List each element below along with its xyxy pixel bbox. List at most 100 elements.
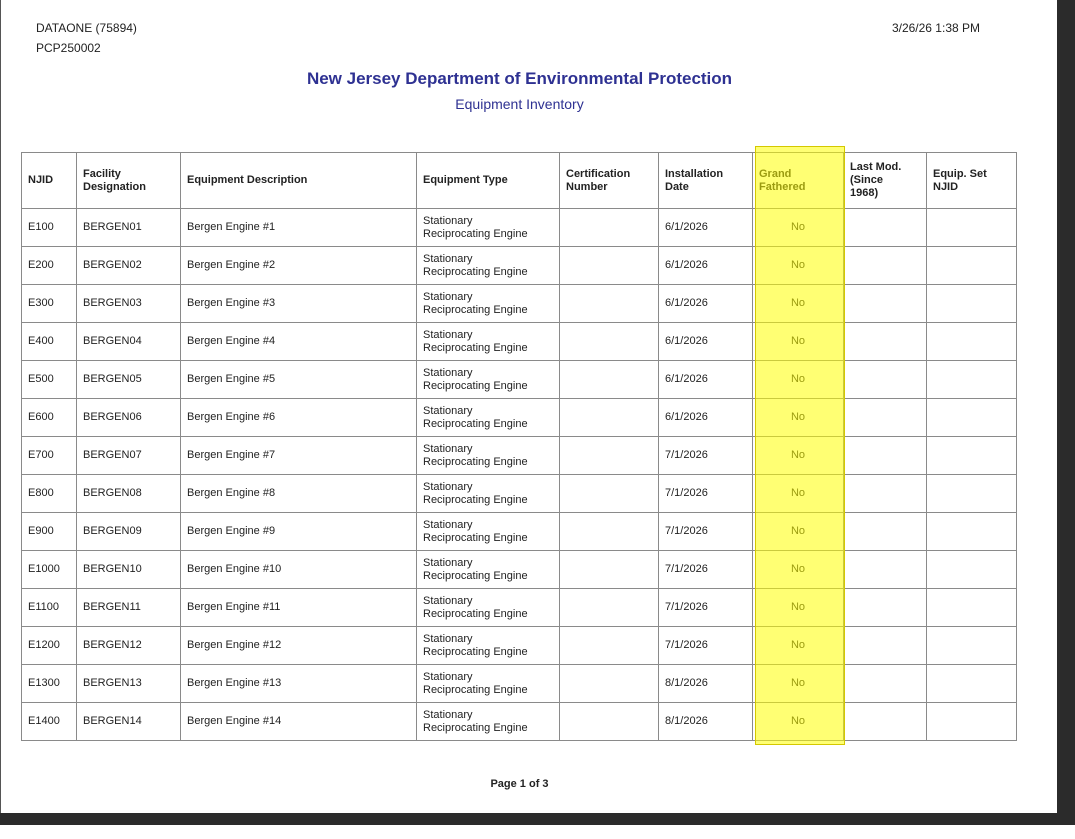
cell-installation-date: 7/1/2026 — [658, 588, 753, 627]
cell-njid: E200 — [21, 246, 77, 285]
cell-njid: E600 — [21, 398, 77, 437]
cell-last-mod — [843, 474, 927, 513]
cell-equip-set-njid — [926, 664, 1017, 703]
cell-facility-designation: BERGEN10 — [76, 550, 181, 589]
cell-facility-designation: BERGEN12 — [76, 626, 181, 665]
cell-facility-designation: BERGEN03 — [76, 284, 181, 323]
cell-equipment-type: Stationary Reciprocating Engine — [416, 512, 560, 551]
table-row: E600 BERGEN06 Bergen Engine #6 Stationary Re… — [21, 398, 1017, 437]
table-row: E200 BERGEN02 Bergen Engine #2 Stationary Re… — [21, 246, 1017, 285]
cell-grand-fathered: No — [752, 398, 844, 437]
column-header-certification-number: Certification Number — [559, 152, 659, 209]
table-row: E300 BERGEN03 Bergen Engine #3 Stationary Re… — [21, 284, 1017, 323]
cell-facility-designation: BERGEN02 — [76, 246, 181, 285]
cell-grand-fathered: No — [752, 512, 844, 551]
cell-njid: E700 — [21, 436, 77, 475]
cell-facility-designation: BERGEN11 — [76, 588, 181, 627]
cell-equipment-description: Bergen Engine #8 — [180, 474, 417, 513]
cell-certification-number — [559, 284, 659, 323]
page-number: Page 1 of 3 — [490, 778, 549, 790]
cell-equip-set-njid — [926, 474, 1017, 513]
column-header-equip-set-njid: Equip. Set NJID — [926, 152, 1017, 209]
cell-grand-fathered: No — [752, 588, 844, 627]
cell-grand-fathered: No — [752, 284, 844, 323]
table-row: E900 BERGEN09 Bergen Engine #9 Stationary Re… — [21, 512, 1017, 551]
report-subtitle: Equipment Inventory — [455, 96, 584, 112]
cell-njid: E400 — [21, 322, 77, 361]
table-row: E100 BERGEN01 Bergen Engine #1 Stationary Re… — [21, 208, 1017, 247]
column-header-equipment-type: Equipment Type — [416, 152, 560, 209]
cell-njid: E500 — [21, 360, 77, 399]
cell-njid: E300 — [21, 284, 77, 323]
cell-certification-number — [559, 246, 659, 285]
cell-grand-fathered: No — [752, 474, 844, 513]
cell-equipment-type: Stationary Reciprocating Engine — [416, 588, 560, 627]
cell-njid: E1000 — [21, 550, 77, 589]
cell-equip-set-njid — [926, 398, 1017, 437]
cell-equip-set-njid — [926, 360, 1017, 399]
cell-equipment-description: Bergen Engine #2 — [180, 246, 417, 285]
cell-installation-date: 8/1/2026 — [658, 664, 753, 703]
cell-facility-designation: BERGEN09 — [76, 512, 181, 551]
cell-equip-set-njid — [926, 512, 1017, 551]
cell-njid: E1300 — [21, 664, 77, 703]
cell-njid: E100 — [21, 208, 77, 247]
cell-equipment-type: Stationary Reciprocating Engine — [416, 322, 560, 361]
cell-certification-number — [559, 664, 659, 703]
cell-last-mod — [843, 626, 927, 665]
column-header-last-mod: Last Mod. (Since 1968) — [843, 152, 927, 209]
cell-grand-fathered: No — [752, 360, 844, 399]
cell-grand-fathered: No — [752, 436, 844, 475]
cell-equipment-type: Stationary Reciprocating Engine — [416, 474, 560, 513]
cell-equipment-description: Bergen Engine #7 — [180, 436, 417, 475]
cell-facility-designation: BERGEN05 — [76, 360, 181, 399]
cell-last-mod — [843, 284, 927, 323]
cell-equip-set-njid — [926, 702, 1017, 741]
cell-certification-number — [559, 626, 659, 665]
cell-last-mod — [843, 588, 927, 627]
cell-certification-number — [559, 550, 659, 589]
cell-equipment-description: Bergen Engine #10 — [180, 550, 417, 589]
cell-facility-designation: BERGEN06 — [76, 398, 181, 437]
cell-equipment-type: Stationary Reciprocating Engine — [416, 436, 560, 475]
cell-grand-fathered: No — [752, 208, 844, 247]
cell-installation-date: 6/1/2026 — [658, 284, 753, 323]
cell-njid: E1100 — [21, 588, 77, 627]
column-header-njid: NJID — [21, 152, 77, 209]
cell-facility-designation: BERGEN08 — [76, 474, 181, 513]
cell-certification-number — [559, 398, 659, 437]
cell-equipment-description: Bergen Engine #3 — [180, 284, 417, 323]
cell-equipment-description: Bergen Engine #13 — [180, 664, 417, 703]
equipment-inventory-table: NJID Facility Designation Equipment Descr… — [21, 152, 1017, 741]
cell-installation-date: 6/1/2026 — [658, 360, 753, 399]
cell-installation-date: 7/1/2026 — [658, 626, 753, 665]
cell-equipment-description: Bergen Engine #12 — [180, 626, 417, 665]
cell-equip-set-njid — [926, 322, 1017, 361]
report-title: New Jersey Department of Environmental P… — [306, 69, 733, 88]
cell-equipment-type: Stationary Reciprocating Engine — [416, 208, 560, 247]
cell-certification-number — [559, 512, 659, 551]
cell-equip-set-njid — [926, 208, 1017, 247]
cell-equip-set-njid — [926, 626, 1017, 665]
cell-installation-date: 6/1/2026 — [658, 398, 753, 437]
cell-equipment-description: Bergen Engine #14 — [180, 702, 417, 741]
table-row: E1100 BERGEN11 Bergen Engine #11 Stationary… — [21, 588, 1017, 627]
cell-equip-set-njid — [926, 246, 1017, 285]
cell-equipment-description: Bergen Engine #1 — [180, 208, 417, 247]
report-header-left: DATAONE (75894) PCP250002 — [36, 18, 137, 58]
cell-grand-fathered: No — [752, 246, 844, 285]
cell-installation-date: 7/1/2026 — [658, 436, 753, 475]
column-header-grand-fathered: Grand Fathered — [752, 152, 844, 209]
table-row: E800 BERGEN08 Bergen Engine #8 Stationary Re… — [21, 474, 1017, 513]
cell-facility-designation: BERGEN14 — [76, 702, 181, 741]
permit-number: PCP250002 — [36, 41, 101, 55]
cell-grand-fathered: No — [752, 626, 844, 665]
cell-njid: E1200 — [21, 626, 77, 665]
cell-njid: E900 — [21, 512, 77, 551]
table-row: E1300 BERGEN13 Bergen Engine #13 Stationary… — [21, 664, 1017, 703]
cell-installation-date: 7/1/2026 — [658, 474, 753, 513]
cell-last-mod — [843, 702, 927, 741]
next-page-edge — [0, 825, 1075, 839]
cell-equipment-type: Stationary Reciprocating Engine — [416, 284, 560, 323]
cell-equipment-type: Stationary Reciprocating Engine — [416, 664, 560, 703]
